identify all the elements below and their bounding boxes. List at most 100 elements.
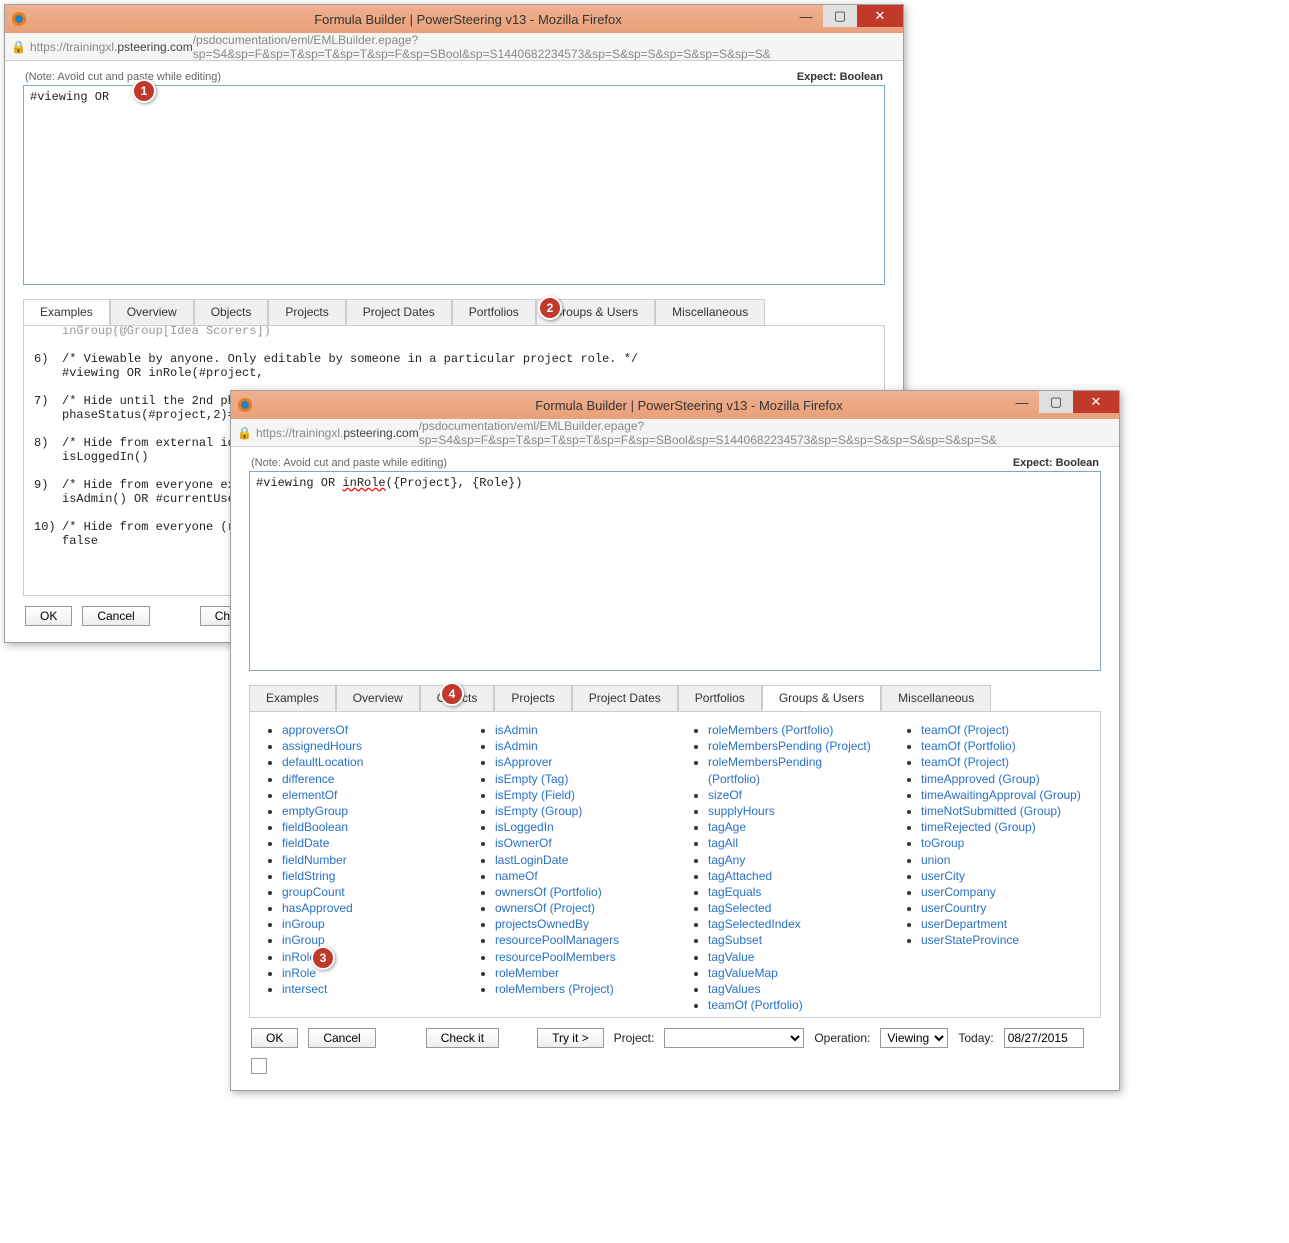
maximize-button[interactable]: ▢ [1039,391,1073,413]
function-link[interactable]: roleMembers (Portfolio) [708,723,833,737]
function-link[interactable]: teamOf (Project) [921,755,1009,769]
function-link[interactable]: userCity [921,869,965,883]
function-link[interactable]: emptyGroup [282,804,348,818]
function-link[interactable]: tagValues [708,982,760,996]
function-link[interactable]: isLoggedIn [495,820,554,834]
function-link[interactable]: teamOf (Portfolio) [708,998,803,1012]
tab-projects[interactable]: Projects [494,685,571,711]
function-link[interactable]: nameOf [495,869,538,883]
function-link[interactable]: isAdmin [495,739,538,753]
cancel-button[interactable]: Cancel [308,1028,375,1048]
function-link[interactable]: isOwnerOf [495,836,552,850]
function-link[interactable]: roleMembersPending (Project) [708,739,871,753]
function-link[interactable]: ownersOf (Project) [495,901,595,915]
function-link[interactable]: fieldString [282,869,335,883]
tab-projects[interactable]: Projects [268,299,345,325]
minimize-button[interactable]: — [789,5,823,27]
tab-overview[interactable]: Overview [110,299,194,325]
tab-examples[interactable]: Examples [23,299,110,325]
function-link[interactable]: elementOf [282,788,337,802]
close-button[interactable]: ✕ [857,5,903,27]
ok-button[interactable]: OK [25,606,72,626]
function-link[interactable]: assignedHours [282,739,362,753]
tab-examples[interactable]: Examples [249,685,336,711]
tab-projectdates[interactable]: Project Dates [572,685,678,711]
function-link[interactable]: toGroup [921,836,964,850]
close-button[interactable]: ✕ [1073,391,1119,413]
function-link[interactable]: inGroup [282,933,325,947]
address-bar-1[interactable]: 🔒 https://trainingxl.psteering.com/psdoc… [5,33,903,61]
function-link[interactable]: hasApproved [282,901,353,915]
function-link[interactable]: userCompany [921,885,996,899]
function-link[interactable]: approversOf [282,723,348,737]
checkit-button[interactable]: Check it [426,1028,499,1048]
tab-groupsusers[interactable]: Groups & Users [762,685,881,711]
function-link[interactable]: isEmpty (Tag) [495,772,568,786]
operation-combo[interactable]: Viewing [880,1028,948,1048]
function-link[interactable]: inRole [282,966,316,980]
function-link[interactable]: roleMembers (Project) [495,982,614,996]
function-link[interactable]: resourcePoolMembers [495,950,616,964]
tab-misc[interactable]: Miscellaneous [655,299,765,325]
function-link[interactable]: timeAwaitingApproval (Group) [921,788,1081,802]
function-link[interactable]: tagEquals [708,885,761,899]
function-link[interactable]: roleMembersPending (Portfolio) [708,755,822,785]
function-link[interactable]: tagAny [708,853,745,867]
function-link[interactable]: fieldDate [282,836,329,850]
function-link[interactable]: fieldNumber [282,853,347,867]
function-link[interactable]: userStateProvince [921,933,1019,947]
function-link[interactable]: tagAge [708,820,746,834]
tab-objects[interactable]: Objects [194,299,269,325]
function-link[interactable]: supplyHours [708,804,775,818]
tab-projectdates[interactable]: Project Dates [346,299,452,325]
function-link[interactable]: tagAll [708,836,738,850]
function-link[interactable]: tagSubset [708,933,762,947]
function-link[interactable]: tagSelectedIndex [708,917,801,931]
ok-button[interactable]: OK [251,1028,298,1048]
function-link[interactable]: inGroup [282,917,325,931]
function-link[interactable]: tagSelected [708,901,771,915]
function-link[interactable]: teamOf (Portfolio) [921,739,1016,753]
tab-portfolios[interactable]: Portfolios [452,299,536,325]
function-link[interactable]: tagAttached [708,869,772,883]
minimize-button[interactable]: — [1005,391,1039,413]
function-link[interactable]: intersect [282,982,327,996]
function-link[interactable]: userCountry [921,901,986,915]
editor-note: (Note: Avoid cut and paste while editing… [25,71,221,83]
function-link[interactable]: userDepartment [921,917,1007,931]
function-link[interactable]: timeNotSubmitted (Group) [921,804,1061,818]
function-link[interactable]: defaultLocation [282,755,363,769]
formula-editor-2[interactable]: #viewing OR inRole({Project}, {Role}) [249,471,1101,671]
function-link[interactable]: isAdmin [495,723,538,737]
function-link[interactable]: timeRejected (Group) [921,820,1036,834]
function-link[interactable]: resourcePoolManagers [495,933,619,947]
tab-portfolios[interactable]: Portfolios [678,685,762,711]
today-input[interactable] [1004,1028,1084,1048]
function-link[interactable]: union [921,853,950,867]
function-link[interactable]: groupCount [282,885,345,899]
function-link[interactable]: ownersOf (Portfolio) [495,885,602,899]
project-combo[interactable] [664,1028,804,1048]
editor-text-wavy: inRole [342,476,385,490]
function-link[interactable]: lastLoginDate [495,853,568,867]
maximize-button[interactable]: ▢ [823,5,857,27]
function-link[interactable]: isEmpty (Group) [495,804,582,818]
formula-editor-1[interactable]: #viewing OR [23,85,885,285]
tab-misc[interactable]: Miscellaneous [881,685,991,711]
function-link[interactable]: fieldBoolean [282,820,348,834]
function-link[interactable]: isEmpty (Field) [495,788,575,802]
function-link[interactable]: tagValue [708,950,754,964]
function-link[interactable]: timeApproved (Group) [921,772,1040,786]
function-link[interactable]: tagValueMap [708,966,778,980]
calendar-icon[interactable] [251,1058,267,1074]
function-link[interactable]: difference [282,772,334,786]
function-link[interactable]: roleMember [495,966,559,980]
address-bar-2[interactable]: 🔒 https://trainingxl.psteering.com/psdoc… [231,419,1119,447]
function-link[interactable]: isApprover [495,755,552,769]
function-link[interactable]: sizeOf [708,788,742,802]
tab-overview[interactable]: Overview [336,685,420,711]
function-link[interactable]: projectsOwnedBy [495,917,589,931]
cancel-button[interactable]: Cancel [82,606,149,626]
function-link[interactable]: teamOf (Project) [921,723,1009,737]
tryit-button[interactable]: Try it > [537,1028,604,1048]
